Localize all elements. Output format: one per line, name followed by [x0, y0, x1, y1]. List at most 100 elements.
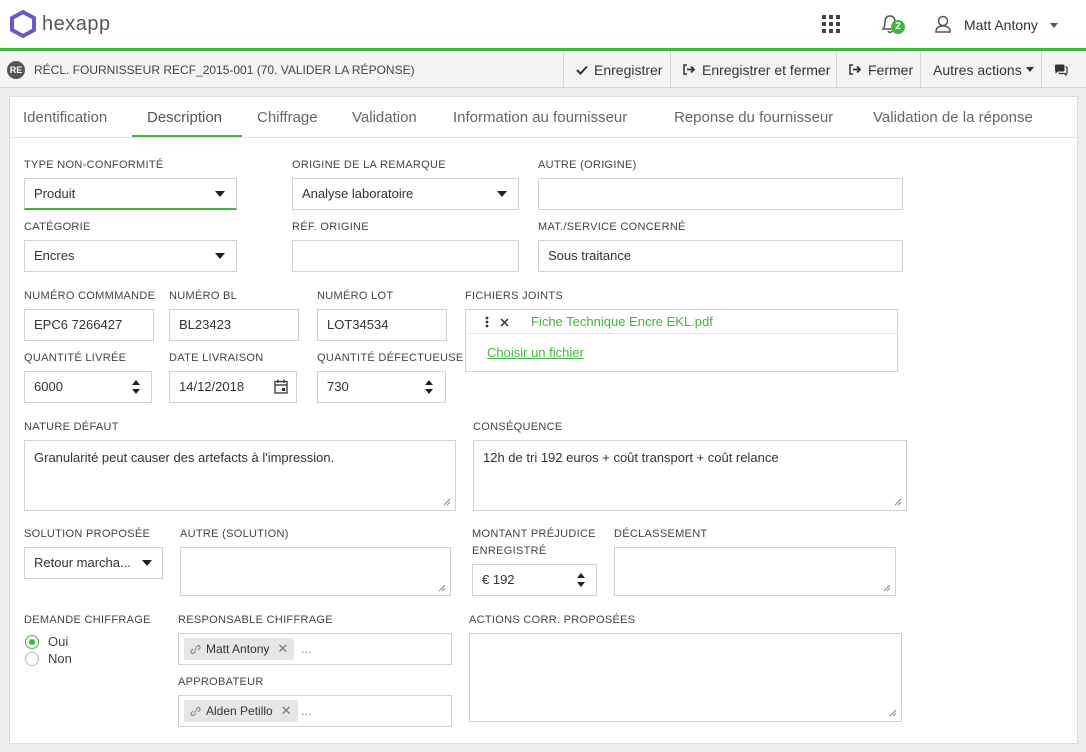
num-bl-input[interactable]: BL23423	[169, 309, 299, 341]
active-tab-indicator	[132, 135, 242, 137]
link-icon	[190, 706, 201, 716]
tab-bar: Identification Description Chiffrage Val…	[9, 98, 1078, 138]
type-nc-label: TYPE NON-CONFORMITÉ	[24, 159, 164, 171]
caret-down-icon[interactable]	[215, 191, 225, 197]
save-close-button[interactable]: Enregistrer et fermer	[670, 51, 836, 88]
link-icon	[190, 644, 201, 654]
num-bl-label: NUMÉRO BL	[169, 290, 238, 302]
tag-more[interactable]: ...	[301, 703, 312, 718]
resize-grip-icon[interactable]	[889, 709, 897, 717]
user-name[interactable]: Matt Antony	[964, 17, 1038, 33]
num-lot-label: NUMÉRO LOT	[317, 290, 394, 302]
tab-chiffrage[interactable]: Chiffrage	[257, 98, 318, 138]
more-actions-label: Autres actions	[933, 61, 1022, 78]
consequence-textarea[interactable]: 12h de tri 192 euros + coût transport + …	[473, 440, 907, 511]
montant-label-line1: MONTANT PRÉJUDICE	[472, 528, 596, 540]
more-actions-button[interactable]: Autres actions	[920, 51, 1041, 88]
spinner-icon[interactable]	[131, 378, 141, 396]
actions-corr-textarea[interactable]	[469, 633, 902, 722]
choose-file-link[interactable]: Choisir un fichier	[487, 345, 584, 360]
approbateur-label: APPROBATEUR	[178, 676, 264, 688]
radio-oui[interactable]	[25, 635, 39, 649]
check-icon	[576, 65, 588, 75]
save-button[interactable]: Enregistrer	[563, 51, 670, 88]
consequence-label: CONSÉQUENCE	[473, 421, 563, 433]
remove-file-icon[interactable]	[500, 318, 509, 327]
demande-chiffrage-label: DEMANDE CHIFFRAGE	[24, 614, 151, 626]
comments-icon	[1055, 64, 1068, 76]
radio-non-label[interactable]: Non	[48, 651, 72, 666]
montant-label-line2: ENREGISTRÉ	[472, 545, 547, 557]
user-tag-label: Alden Petillo	[206, 704, 273, 718]
radio-non[interactable]	[25, 652, 39, 666]
hexagon-logo-icon	[10, 10, 36, 38]
file-link[interactable]: Fiche Technique Encre EKL.pdf	[531, 314, 713, 329]
action-bar: RE RÉCL. FOURNISSEUR RECF_2015-001 (70. …	[0, 51, 1086, 88]
ref-origine-label: RÉF. ORIGINE	[292, 221, 369, 233]
attached-files-box: Fiche Technique Encre EKL.pdf Choisir un…	[465, 309, 898, 372]
record-title: RÉCL. FOURNISSEUR RECF_2015-001 (70. VAL…	[34, 63, 415, 77]
apps-grid-icon[interactable]	[822, 15, 840, 33]
declassement-textarea[interactable]	[614, 547, 896, 596]
tag-more[interactable]: ...	[301, 641, 312, 656]
sign-out-icon	[849, 64, 862, 75]
resize-grip-icon[interactable]	[443, 498, 451, 506]
caret-down-icon[interactable]	[497, 191, 507, 197]
spinner-icon[interactable]	[576, 571, 586, 589]
origine-label: ORIGINE DE LA REMARQUE	[292, 159, 446, 171]
spinner-icon[interactable]	[424, 378, 434, 396]
date-livraison-label: DATE LIVRAISON	[169, 352, 264, 364]
fichiers-label: FICHIERS JOINTS	[465, 290, 564, 302]
tab-information-fournisseur[interactable]: Information au fournisseur	[453, 98, 627, 138]
mat-service-input[interactable]: Sous traitance	[538, 240, 903, 272]
user-tag-label: Matt Antony	[206, 642, 270, 656]
save-button-label: Enregistrer	[594, 61, 663, 78]
ref-origine-input[interactable]	[292, 240, 519, 272]
app-logo[interactable]: hexapp	[10, 10, 111, 38]
remove-tag-icon[interactable]: ✕	[281, 703, 292, 719]
user-tag: Matt Antony ✕	[184, 638, 295, 660]
num-lot-input[interactable]: LOT34534	[317, 309, 447, 341]
sign-out-icon	[683, 64, 696, 75]
qte-defect-label: QUANTITÉ DÉFECTUEUSE	[317, 352, 464, 364]
mat-service-label: MAT./SERVICE CONCERNÉ	[538, 221, 686, 233]
origine-select[interactable]: Analyse laboratoire	[292, 178, 519, 210]
remove-tag-icon[interactable]: ✕	[277, 641, 288, 657]
caret-down-icon[interactable]	[142, 560, 152, 566]
resize-grip-icon[interactable]	[438, 584, 446, 592]
autre-origine-label: AUTRE (ORIGINE)	[538, 159, 637, 171]
top-bar: hexapp 2 Matt Antony	[0, 0, 1086, 48]
responsable-tag-input[interactable]: Matt Antony ✕ ...	[178, 633, 452, 665]
close-button[interactable]: Fermer	[836, 51, 920, 88]
tab-reponse-fournisseur[interactable]: Reponse du fournisseur	[674, 98, 833, 138]
qte-livree-label: QUANTITÉ LIVRÉE	[24, 352, 127, 364]
calendar-icon[interactable]	[274, 379, 288, 394]
autre-origine-input[interactable]	[538, 178, 903, 210]
tab-validation[interactable]: Validation	[352, 98, 417, 138]
approbateur-tag-input[interactable]: Alden Petillo ✕ ...	[178, 695, 452, 727]
resize-grip-icon[interactable]	[883, 584, 891, 592]
save-close-button-label: Enregistrer et fermer	[702, 61, 831, 78]
declassement-label: DÉCLASSEMENT	[614, 528, 708, 540]
tab-validation-reponse[interactable]: Validation de la réponse	[873, 98, 1033, 138]
num-commande-label: NUMÉRO COMMMANDE	[24, 290, 156, 302]
user-menu-caret-icon[interactable]	[1050, 23, 1058, 28]
nature-defaut-textarea[interactable]: Granularité peut causer des artefacts à …	[24, 440, 456, 511]
categorie-select[interactable]: Encres	[24, 240, 237, 272]
type-nc-select[interactable]: Produit	[24, 178, 237, 210]
autre-solution-textarea[interactable]	[180, 547, 451, 596]
resize-grip-icon[interactable]	[894, 498, 902, 506]
num-commande-input[interactable]: EPC6 7266427	[24, 309, 154, 341]
app-name: hexapp	[42, 12, 111, 35]
user-icon[interactable]	[934, 15, 952, 33]
comments-button[interactable]	[1041, 51, 1086, 88]
vertical-dots-icon[interactable]	[485, 316, 489, 328]
file-row: Fiche Technique Encre EKL.pdf	[466, 310, 897, 334]
tab-description[interactable]: Description	[147, 98, 222, 138]
close-button-label: Fermer	[868, 61, 914, 78]
radio-oui-label[interactable]: Oui	[48, 634, 68, 649]
nature-defaut-label: NATURE DÉFAUT	[24, 421, 119, 433]
caret-down-icon[interactable]	[215, 253, 225, 259]
actions-corr-label: ACTIONS CORR. PROPOSÉES	[469, 614, 636, 626]
tab-identification[interactable]: Identification	[23, 98, 107, 138]
